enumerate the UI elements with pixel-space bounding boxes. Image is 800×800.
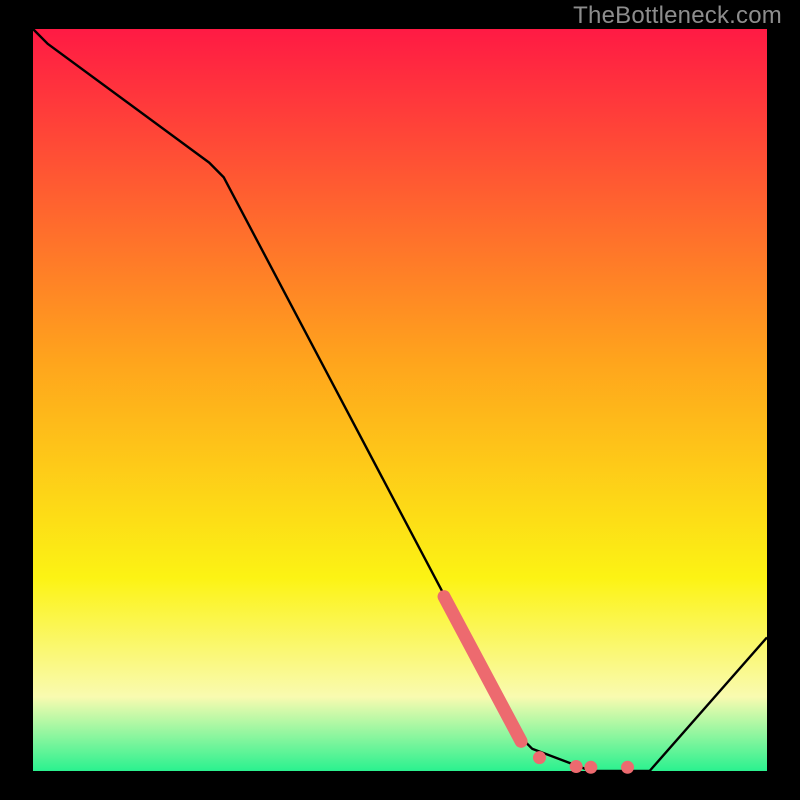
watermark-text: TheBottleneck.com: [573, 2, 782, 30]
chart-svg: [0, 0, 800, 800]
marker-dot: [584, 761, 597, 774]
marker-dot: [570, 760, 583, 773]
marker-dot: [533, 751, 546, 764]
plot-area: [33, 29, 767, 771]
stage: TheBottleneck.com: [0, 0, 800, 800]
marker-dot: [621, 761, 634, 774]
